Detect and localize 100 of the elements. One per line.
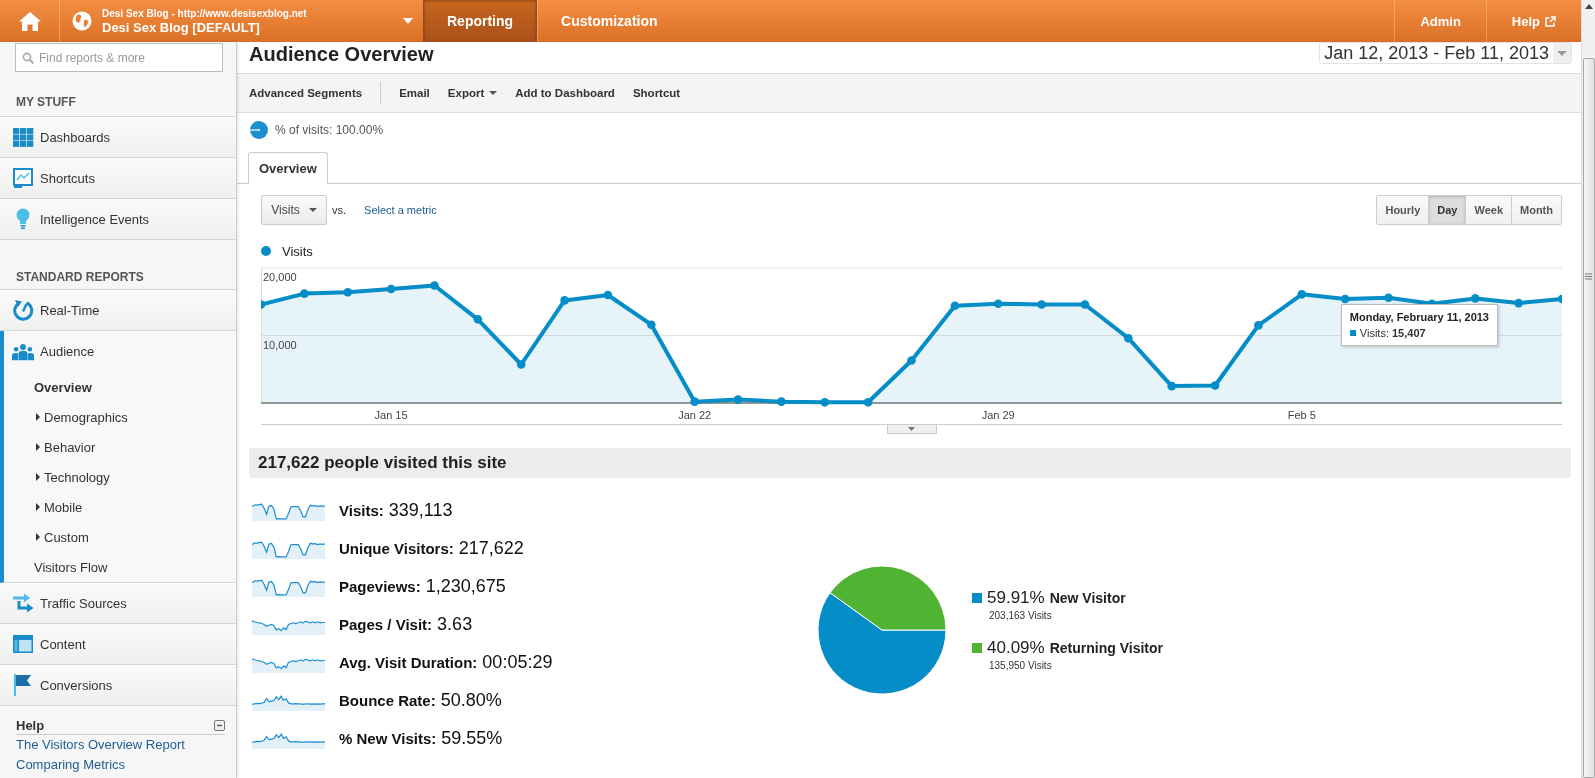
grid-icon: [12, 127, 34, 147]
caret-icon: [1553, 43, 1571, 63]
toolbar-button[interactable]: Email: [399, 87, 430, 99]
circular-arrow-icon: [12, 299, 34, 321]
sidebar-subitem[interactable]: Visitors Flow: [4, 552, 236, 582]
caret-icon: [908, 427, 915, 431]
sidebar-item[interactable]: Dashboards: [0, 117, 236, 158]
caret-right-icon: [36, 503, 40, 511]
toolbar-button[interactable]: Advanced Segments: [249, 87, 363, 99]
sidebar-item[interactable]: Audience: [0, 331, 236, 372]
date-range-picker[interactable]: Jan 12, 2013 - Feb 11, 2013: [1319, 42, 1572, 64]
data-point[interactable]: [430, 281, 439, 290]
data-point[interactable]: [1557, 294, 1562, 304]
legend-label: New Visitor: [1049, 590, 1126, 606]
legend-visits: 203,163 Visits: [989, 609, 1053, 623]
sidebar-item[interactable]: Traffic Sources: [0, 583, 236, 624]
data-point[interactable]: [1384, 293, 1393, 302]
sidebar-subitem[interactable]: Custom: [4, 522, 236, 552]
sidebar-subitem[interactable]: Demographics: [4, 402, 236, 432]
caret-icon: [489, 91, 498, 95]
data-point[interactable]: [516, 360, 526, 369]
pie-slice[interactable]: [817, 592, 947, 695]
data-point[interactable]: [560, 296, 569, 305]
data-point[interactable]: [1037, 300, 1046, 309]
data-point[interactable]: [1124, 333, 1133, 343]
sidebar-subitem[interactable]: Behavior: [4, 432, 236, 462]
data-point[interactable]: [1297, 290, 1307, 299]
tab[interactable]: Overview: [248, 152, 328, 184]
caret-right-icon: [36, 443, 40, 451]
segment-label: % of visits: 100.00%: [275, 123, 384, 137]
axis-label: 20,000: [263, 271, 297, 283]
data-point[interactable]: [1254, 321, 1263, 330]
search-field[interactable]: Find reports & more: [15, 43, 223, 72]
data-point[interactable]: [473, 315, 483, 324]
data-point[interactable]: [1167, 381, 1176, 391]
data-point[interactable]: [863, 398, 873, 407]
metric-label: Avg. Visit Duration:: [339, 653, 478, 671]
data-point[interactable]: [343, 288, 353, 297]
granularity-button[interactable]: Month: [1511, 195, 1562, 225]
data-point[interactable]: [777, 397, 786, 406]
metric-value: 59.55%: [441, 727, 503, 749]
metric-value: 50.80%: [440, 689, 502, 711]
granularity-button[interactable]: Hourly: [1376, 195, 1430, 225]
sidebar-item[interactable]: Conversions: [0, 665, 236, 706]
chart-resize-handle[interactable]: [886, 425, 937, 434]
people-icon: [12, 342, 34, 361]
sidebar-item[interactable]: Intelligence Events: [0, 199, 236, 240]
toolbar-button[interactable]: Add to Dashboard: [515, 87, 615, 99]
sidebar-item[interactable]: Content: [0, 624, 236, 665]
external-link-icon: [1545, 15, 1556, 27]
axis-label: Jan 15: [374, 409, 408, 421]
legend-visits: 135,950 Visits: [989, 659, 1053, 673]
data-point[interactable]: [647, 320, 656, 329]
data-point[interactable]: [603, 290, 613, 300]
metric-dropdown[interactable]: Visits: [261, 195, 327, 225]
sidebar-item[interactable]: Shortcuts: [0, 158, 236, 199]
data-point[interactable]: [950, 301, 960, 311]
data-point[interactable]: [993, 299, 1003, 309]
sidebar-subitem[interactable]: Mobile: [4, 492, 236, 522]
globe-icon: [72, 11, 92, 31]
home-icon: [18, 11, 41, 31]
toolbar-button[interactable]: Shortcut: [632, 87, 681, 99]
granularity-button[interactable]: Week: [1465, 195, 1512, 225]
metric-label: Pageviews:: [339, 577, 421, 595]
pie-slice[interactable]: [829, 565, 947, 631]
metric-value: 217,622: [458, 537, 524, 559]
data-point[interactable]: [1080, 300, 1090, 309]
data-point[interactable]: [1514, 298, 1523, 308]
data-point[interactable]: [261, 300, 266, 309]
data-point[interactable]: [907, 356, 916, 365]
minus-icon[interactable]: [214, 719, 225, 731]
series-square-icon: [1349, 330, 1356, 336]
caret-icon: [403, 18, 413, 24]
data-point[interactable]: [300, 289, 309, 298]
legend-percent: 59.91%: [987, 588, 1045, 608]
data-point[interactable]: [733, 395, 743, 404]
data-point[interactable]: [1340, 294, 1350, 304]
sidebar-subitem[interactable]: Overview: [4, 372, 236, 402]
sidebar-subitem[interactable]: Technology: [4, 462, 236, 492]
data-point[interactable]: [386, 284, 396, 294]
select-metric-link[interactable]: Select a metric: [364, 204, 437, 216]
data-point[interactable]: [820, 398, 830, 407]
scroll-up-icon[interactable]: [1584, 4, 1593, 9]
flag-icon: [14, 674, 32, 696]
axis-label: Jan 29: [981, 409, 1015, 421]
metric-label: % New Visits:: [339, 729, 437, 747]
metric-value: 1,230,675: [425, 575, 506, 597]
sidebar-item[interactable]: Real-Time: [0, 290, 236, 331]
data-point[interactable]: [1210, 381, 1220, 390]
nav-tab[interactable]: Reporting: [423, 0, 538, 42]
help-heading: Help: [16, 717, 45, 733]
data-point[interactable]: [1470, 294, 1480, 303]
vs-label: vs.: [332, 204, 347, 216]
data-point[interactable]: [690, 397, 699, 406]
summary-heading: 217,622 people visited this site: [249, 448, 1571, 478]
article-link[interactable]: Comparing Metrics: [16, 755, 225, 775]
article-link[interactable]: The Visitors Overview Report: [16, 735, 225, 755]
granularity-button[interactable]: Day: [1428, 195, 1467, 225]
metric-label: Pages / Visit:: [339, 615, 433, 633]
toolbar-button[interactable]: Export: [447, 87, 498, 99]
